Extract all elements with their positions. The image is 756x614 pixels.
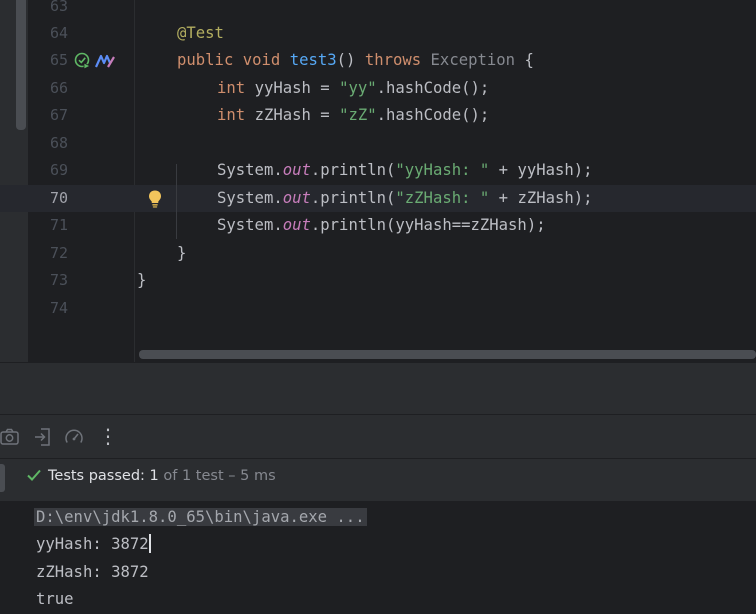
run-test-passed-icon[interactable] (74, 52, 92, 70)
line-number: 74 (49, 299, 68, 317)
code-line-current[interactable]: 70 System.out.println("zZHash: " + zZHas… (0, 185, 756, 212)
panel-divider-area (0, 362, 756, 414)
line-number: 73 (49, 271, 68, 289)
method-name-token: test3 (289, 51, 337, 69)
class-token: System. (217, 189, 283, 207)
code-line[interactable]: 74 (0, 295, 756, 322)
keyword-token: public (177, 51, 234, 69)
line-number: 69 (49, 161, 68, 179)
profiler-icon[interactable] (95, 53, 115, 69)
field-token: out (282, 216, 311, 234)
line-number: 65 (49, 51, 68, 69)
console-line: yyHash: 3872 (36, 531, 151, 558)
call-token: .println( (310, 189, 396, 207)
line-number: 64 (49, 24, 68, 42)
code-text: System.out.println("zZHash: " + zZHash); (217, 185, 593, 212)
console-line: zZHash: 3872 (36, 559, 149, 586)
left-panel-tab[interactable] (0, 464, 5, 492)
code-line[interactable]: 67 int zZHash = "zZ".hashCode(); (0, 102, 756, 129)
code-line[interactable]: 64 @Test (0, 20, 756, 47)
tests-passed-count: 1 (149, 468, 159, 484)
field-token: out (282, 189, 311, 207)
console-output-text: yyHash: 3872 (36, 535, 149, 553)
keyword-token: int (217, 79, 246, 97)
code-text: public void test3() throws Exception { (177, 47, 534, 74)
keyword-token: void (242, 51, 281, 69)
string-token: "yyHash: " (395, 161, 490, 179)
code-line[interactable]: 68 (0, 130, 756, 157)
line-number: 66 (49, 79, 68, 97)
console-output-text: true (36, 590, 74, 608)
tests-passed-label: Tests passed: (48, 468, 150, 484)
call-token: .hashCode(); (376, 106, 490, 124)
more-icon[interactable]: ⋮ (98, 424, 118, 448)
code-line[interactable]: 72 } (0, 240, 756, 267)
code-text: } (137, 267, 146, 294)
string-token: "yy" (339, 79, 377, 97)
code-rest-token: + yyHash); (489, 161, 593, 179)
brace-token: } (137, 271, 147, 289)
tests-summary: of 1 test – 5 ms (158, 468, 276, 484)
console-line: true (36, 586, 74, 613)
code-rest-token: + zZHash); (489, 189, 593, 207)
line-number: 63 (49, 0, 68, 15)
keyword-token: throws (364, 51, 422, 69)
class-token: System. (217, 216, 283, 234)
editor-horizontal-scrollbar[interactable] (139, 350, 756, 359)
line-number: 70 (49, 189, 68, 207)
code-text: int yyHash = "yy".hashCode(); (217, 75, 489, 102)
string-token: "zZ" (339, 106, 377, 124)
lightbulb-icon[interactable] (146, 189, 164, 209)
gauge-icon[interactable] (64, 427, 84, 447)
keyword-token: int (217, 106, 246, 124)
line-number: 71 (49, 216, 68, 234)
import-icon[interactable] (33, 427, 53, 447)
code-text: int zZHash = "zZ".hashCode(); (217, 102, 489, 129)
line-number: 67 (49, 106, 68, 124)
code-line[interactable]: 73 } (0, 267, 756, 294)
check-icon (27, 469, 41, 481)
class-token: System. (217, 161, 283, 179)
paren-token: () (336, 51, 356, 69)
code-editor[interactable]: 63 64 @Test 65 public void test3() throw… (0, 0, 756, 362)
camera-icon[interactable] (0, 427, 20, 447)
code-text: @Test (177, 20, 224, 47)
field-token: out (282, 161, 311, 179)
run-toolbar: ⋮ (0, 414, 756, 459)
code-line[interactable]: 66 int yyHash = "yy".hashCode(); (0, 75, 756, 102)
variable-token: zZHash (254, 106, 311, 124)
annotation-token: @Test (177, 24, 224, 42)
string-token: "zZHash: " (395, 189, 490, 207)
class-token: Exception (430, 51, 516, 69)
java-command-line[interactable]: D:\env\jdk1.8.0_65\bin\java.exe ... (34, 508, 367, 526)
brace-token: } (177, 244, 187, 262)
indent-guide (176, 164, 177, 239)
variable-token: yyHash (254, 79, 311, 97)
console-output-text: zZHash: 3872 (36, 563, 149, 581)
test-status-text: Tests passed: 1 of 1 test – 5 ms (48, 464, 276, 488)
console-output[interactable]: D:\env\jdk1.8.0_65\bin\java.exe ... yyHa… (0, 500, 756, 614)
code-line[interactable]: 71 System.out.println(yyHash==zZHash); (0, 212, 756, 239)
operator-token: = (320, 79, 330, 97)
brace-token: { (524, 51, 534, 69)
text-caret (148, 534, 151, 553)
code-line[interactable]: 69 System.out.println("yyHash: " + yyHas… (0, 157, 756, 184)
code-text: System.out.println(yyHash==zZHash); (217, 212, 546, 239)
line-number: 72 (49, 244, 68, 262)
operator-token: = (320, 106, 330, 124)
code-line[interactable]: 63 (0, 0, 756, 20)
call-token: .hashCode(); (376, 79, 490, 97)
code-text: } (177, 240, 186, 267)
code-rest-token: .println(yyHash==zZHash); (310, 216, 546, 234)
line-number: 68 (49, 134, 68, 152)
code-text: System.out.println("yyHash: " + yyHash); (217, 157, 593, 184)
call-token: .println( (310, 161, 396, 179)
console-line: D:\env\jdk1.8.0_65\bin\java.exe ... (34, 504, 367, 531)
